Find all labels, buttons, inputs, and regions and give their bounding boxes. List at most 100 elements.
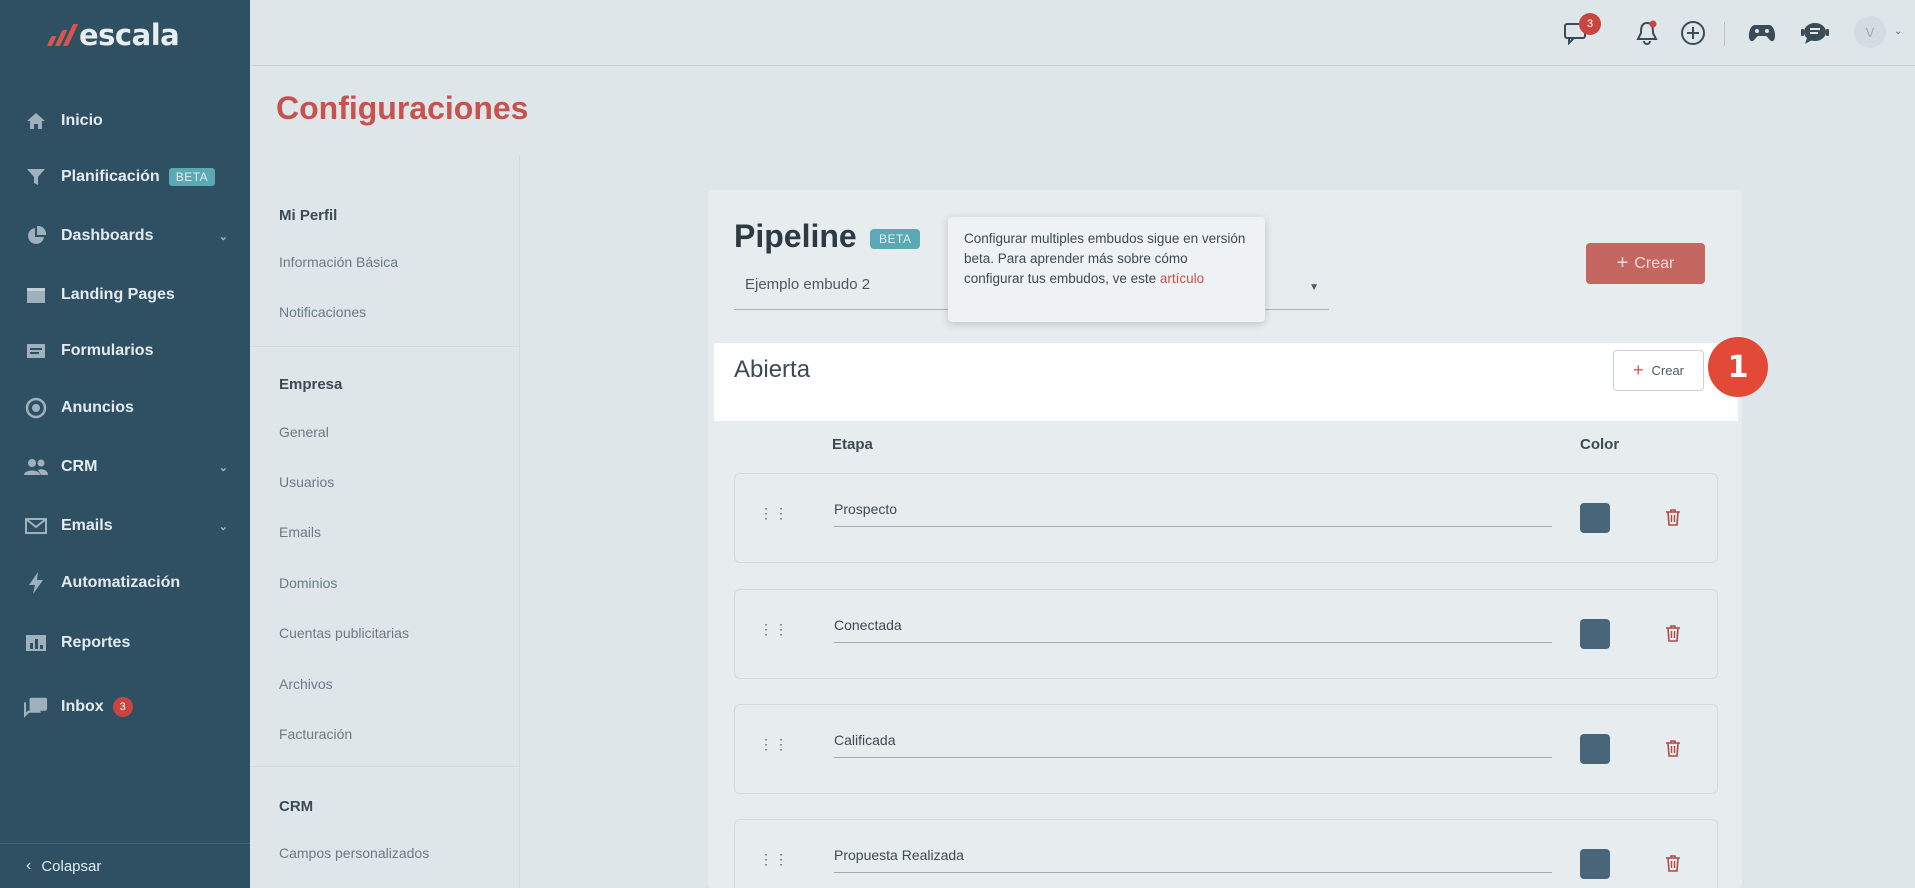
drag-handle-icon[interactable]: ⋮⋮: [759, 622, 788, 636]
settings-item-emails[interactable]: Emails: [279, 524, 321, 540]
trash-icon[interactable]: [1665, 508, 1681, 531]
settings-item-campos-personalizados[interactable]: Campos personalizados: [279, 845, 429, 861]
chat-icon: [24, 697, 48, 718]
sidebar: escala Inicio Planificación BETA Dashboa…: [0, 0, 250, 888]
drag-handle-icon[interactable]: ⋮⋮: [759, 737, 788, 751]
stage-group-title: Abierta: [734, 356, 811, 383]
bell-icon: [1636, 20, 1658, 45]
drag-handle-icon[interactable]: ⋮⋮: [759, 506, 788, 520]
user-avatar[interactable]: V: [1854, 16, 1886, 48]
stage-color-swatch[interactable]: [1580, 619, 1610, 649]
sidebar-item-planificacion[interactable]: Planificación BETA: [0, 155, 250, 199]
stage-color-swatch[interactable]: [1580, 734, 1610, 764]
stage-row: ⋮⋮ Prospecto: [734, 473, 1718, 563]
sidebar-item-label: Inbox: [61, 698, 104, 715]
stage-name-input[interactable]: Conectada: [834, 613, 1552, 643]
sidebar-item-dashboards[interactable]: Dashboards ⌄: [0, 214, 250, 258]
beta-tooltip: Configurar multiples embudos sigue en ve…: [948, 217, 1265, 322]
caret-down-icon: ▼: [1309, 282, 1319, 293]
sidebar-item-label: Dashboards: [61, 227, 154, 244]
trash-icon[interactable]: [1665, 854, 1681, 877]
gamepad-button[interactable]: [1747, 18, 1777, 48]
sidebar-item-label: Emails: [61, 517, 113, 534]
settings-item-general[interactable]: General: [279, 424, 329, 440]
create-funnel-button[interactable]: + Crear: [1586, 243, 1705, 284]
column-header-color: Color: [1580, 436, 1620, 453]
settings-section-crm: CRM: [279, 798, 314, 815]
pie-chart-icon: [24, 226, 48, 246]
chevron-down-icon: ⌄: [218, 461, 228, 474]
create-stage-button[interactable]: + Crear: [1613, 350, 1704, 391]
messages-button[interactable]: 3: [1562, 13, 1601, 48]
sidebar-item-formularios[interactable]: Formularios: [0, 329, 250, 373]
form-icon: [24, 341, 48, 361]
sidebar-item-emails[interactable]: Emails ⌄: [0, 504, 250, 548]
column-header-stage: Etapa: [832, 436, 873, 453]
collapse-label: Colapsar: [41, 857, 102, 875]
funnel-select-value: Ejemplo embudo 2: [745, 276, 871, 293]
settings-item-facturacion[interactable]: Facturación: [279, 726, 352, 742]
top-bar: 3 V ⌄: [250, 0, 1915, 66]
add-button[interactable]: [1678, 18, 1708, 48]
stage-row: ⋮⋮ Propuesta Realizada: [734, 819, 1718, 888]
logo-text: escala: [79, 18, 180, 52]
stage-name-input[interactable]: Prospecto: [834, 497, 1552, 527]
sidebar-item-label: CRM: [61, 458, 98, 475]
support-chat-icon: [1801, 23, 1829, 44]
settings-item-archivos[interactable]: Archivos: [279, 676, 333, 692]
tooltip-article-link[interactable]: artículo: [1160, 271, 1204, 286]
stage-color-swatch[interactable]: [1580, 503, 1610, 533]
trash-icon[interactable]: [1665, 739, 1681, 762]
chevron-down-icon: ⌄: [218, 230, 228, 243]
sidebar-item-label: Landing Pages: [61, 286, 175, 303]
chevron-down-icon: ⌄: [218, 520, 228, 533]
settings-item-dominios[interactable]: Dominios: [279, 575, 337, 591]
settings-item-notificaciones[interactable]: Notificaciones: [279, 304, 366, 320]
settings-item-informacion-basica[interactable]: Información Básica: [279, 254, 398, 270]
bolt-icon: [24, 572, 48, 594]
create-stage-label: Crear: [1651, 363, 1685, 378]
sidebar-item-automatizacion[interactable]: Automatización: [0, 561, 250, 605]
sidebar-item-label: Planificación: [61, 168, 160, 185]
sidebar-item-landing-pages[interactable]: Landing Pages: [0, 273, 250, 317]
support-chat-button[interactable]: [1800, 18, 1830, 48]
stage-group-header: Abierta + Crear: [714, 343, 1738, 421]
sidebar-item-inicio[interactable]: Inicio: [0, 99, 250, 143]
stage-row: ⋮⋮ Calificada: [734, 704, 1718, 794]
envelope-icon: [24, 516, 48, 536]
stage-name-input[interactable]: Calificada: [834, 728, 1552, 758]
trash-icon[interactable]: [1665, 624, 1681, 647]
logo-mark: [46, 24, 79, 46]
divider: [250, 346, 520, 347]
pipeline-title: Pipeline: [734, 218, 857, 254]
sidebar-item-anuncios[interactable]: Anuncios: [0, 386, 250, 430]
sidebar-item-inbox[interactable]: Inbox 3: [0, 685, 250, 729]
collapse-sidebar-button[interactable]: ‹ Colapsar: [0, 843, 250, 888]
stage-row: ⋮⋮ Conectada: [734, 589, 1718, 679]
window-icon: [24, 285, 48, 305]
stage-name-input[interactable]: Propuesta Realizada: [834, 843, 1552, 873]
sidebar-item-label: Inicio: [61, 112, 103, 129]
sidebar-item-crm[interactable]: CRM ⌄: [0, 445, 250, 489]
stage-color-swatch[interactable]: [1580, 849, 1610, 879]
escala-logo[interactable]: escala: [46, 18, 180, 52]
settings-item-cuentas-publicitarias[interactable]: Cuentas publicitarias: [279, 625, 409, 641]
sidebar-item-reportes[interactable]: Reportes: [0, 621, 250, 665]
settings-section-empresa: Empresa: [279, 376, 343, 393]
page-title: Configuraciones: [276, 90, 529, 126]
sidebar-item-label: Reportes: [61, 634, 131, 651]
inbox-count-badge: 3: [112, 697, 133, 717]
drag-handle-icon[interactable]: ⋮⋮: [759, 852, 788, 866]
sidebar-item-label: Anuncios: [61, 399, 134, 416]
notifications-button[interactable]: [1632, 18, 1662, 48]
settings-menu: Mi Perfil Información Básica Notificacio…: [250, 155, 520, 888]
sidebar-item-label: Automatización: [61, 574, 181, 591]
sidebar-item-label: Formularios: [61, 342, 154, 359]
home-icon: [24, 111, 48, 131]
beta-badge: BETA: [168, 168, 216, 186]
settings-item-usuarios[interactable]: Usuarios: [279, 474, 334, 490]
target-icon: [24, 397, 48, 419]
chevron-left-icon: ‹: [26, 857, 32, 874]
chevron-down-icon[interactable]: ⌄: [1894, 26, 1902, 37]
users-icon: [24, 457, 48, 477]
